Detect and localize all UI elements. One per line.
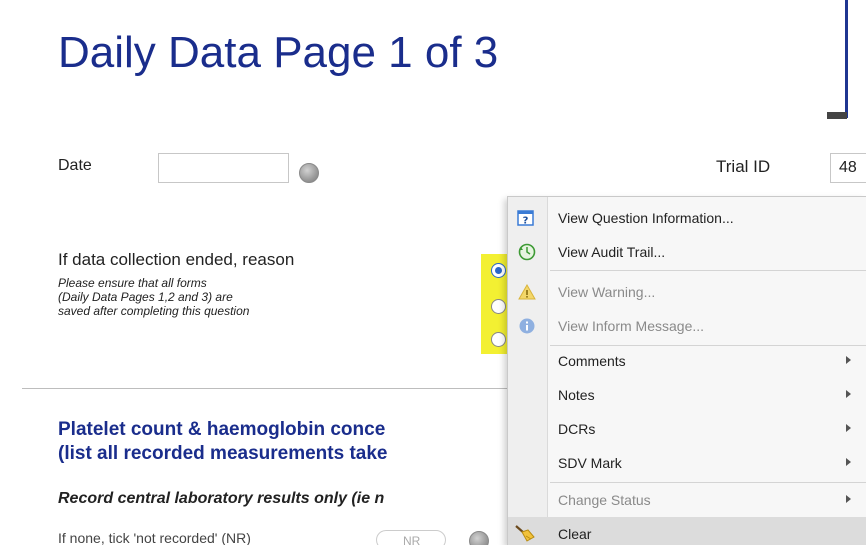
section-divider xyxy=(22,388,522,389)
date-field[interactable] xyxy=(158,153,289,183)
audit-trail-icon xyxy=(517,242,537,262)
trial-id-label: Trial ID xyxy=(716,157,771,176)
menu-separator xyxy=(550,270,866,271)
menu-item-sdv-mark[interactable]: SDV Mark xyxy=(508,446,866,480)
menu-item-label: DCRs xyxy=(558,421,596,437)
menu-item-label: View Warning... xyxy=(558,284,656,300)
submenu-arrow-icon xyxy=(846,390,851,398)
svg-text:?: ? xyxy=(523,216,529,227)
not-recorded-label: If none, tick 'not recorded' (NR) xyxy=(58,530,251,545)
menu-item-comments[interactable]: Comments xyxy=(508,344,866,378)
menu-item-view-warning[interactable]: View Warning... xyxy=(508,275,866,309)
page-title: Daily Data Page 1 of 3 xyxy=(58,28,499,77)
menu-item-clear[interactable]: Clear xyxy=(508,517,866,545)
menu-item-view-question-information[interactable]: ? View Question Information... xyxy=(508,201,866,235)
section-title: Platelet count & haemoglobin conce (list… xyxy=(58,419,388,464)
submenu-arrow-icon xyxy=(846,458,851,466)
menu-item-dcrs[interactable]: DCRs xyxy=(508,412,866,446)
menu-item-label: Comments xyxy=(558,353,626,369)
submenu-arrow-icon xyxy=(846,356,851,364)
menu-item-label: Notes xyxy=(558,387,595,403)
menu-item-label: SDV Mark xyxy=(558,455,622,471)
menu-item-change-status[interactable]: Change Status xyxy=(508,483,866,517)
date-field-status-icon[interactable] xyxy=(299,163,319,183)
frame-edge-tick xyxy=(827,112,847,119)
reason-radio-option-3[interactable] xyxy=(491,332,506,347)
menu-item-view-audit-trail[interactable]: View Audit Trail... xyxy=(508,235,866,269)
context-menu: ? View Question Information... View Audi… xyxy=(507,196,866,545)
menu-item-label: Clear xyxy=(558,526,592,542)
not-recorded-status-icon[interactable] xyxy=(469,531,489,545)
reason-radio-option-1[interactable] xyxy=(491,263,506,278)
frame-edge-line xyxy=(845,0,848,118)
section-subtitle: Record central laboratory results only (… xyxy=(58,490,385,507)
question-info-icon: ? xyxy=(517,208,537,228)
not-recorded-option[interactable]: NR xyxy=(376,530,446,545)
daily-data-page: Daily Data Page 1 of 3 Date Trial ID 48 … xyxy=(0,0,866,545)
reason-radio-option-2[interactable] xyxy=(491,299,506,314)
menu-item-label: View Inform Message... xyxy=(558,318,705,334)
menu-item-label: View Question Information... xyxy=(558,210,734,226)
date-label: Date xyxy=(58,157,92,174)
menu-item-view-inform-message[interactable]: View Inform Message... xyxy=(508,309,866,343)
broom-icon xyxy=(514,524,535,544)
menu-item-label: Change Status xyxy=(558,492,651,508)
submenu-arrow-icon xyxy=(846,424,851,432)
trial-id-field[interactable]: 48 xyxy=(830,153,866,183)
reason-hint: Please ensure that all forms (Daily Data… xyxy=(58,276,250,318)
submenu-arrow-icon xyxy=(846,495,851,503)
menu-item-label: View Audit Trail... xyxy=(558,244,666,260)
menu-item-notes[interactable]: Notes xyxy=(508,378,866,412)
warning-icon xyxy=(517,282,537,302)
reason-label: If data collection ended, reason xyxy=(58,250,295,269)
info-icon xyxy=(517,316,537,336)
